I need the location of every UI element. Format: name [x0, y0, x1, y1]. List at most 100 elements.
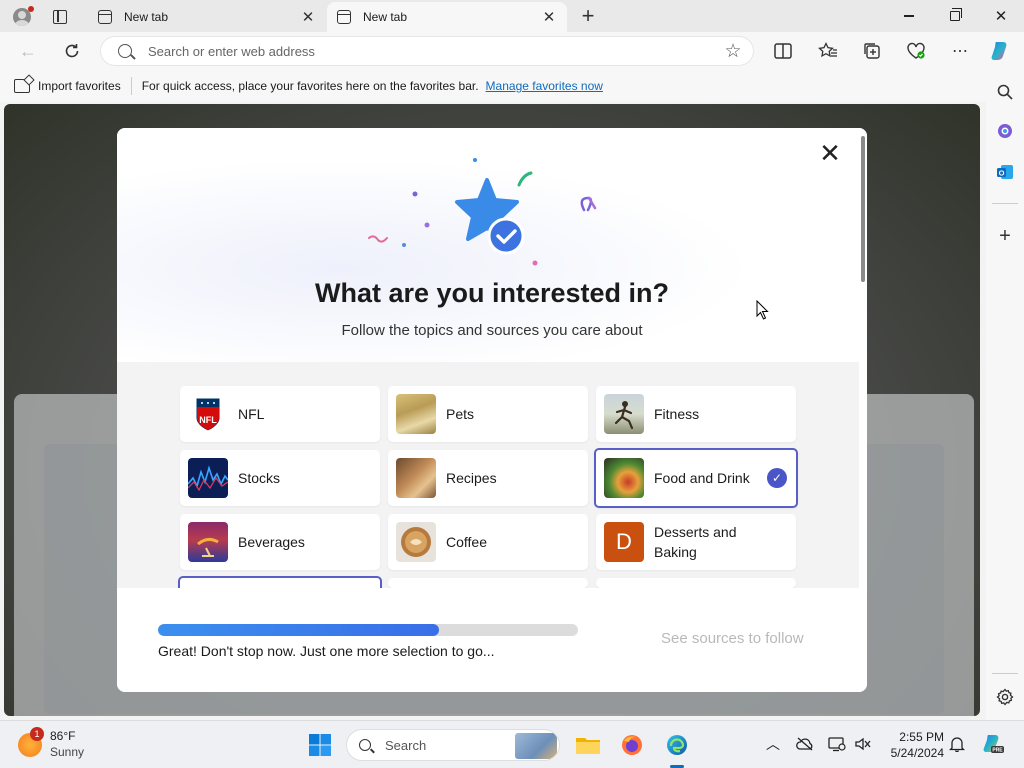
sidebar-settings-gear-icon[interactable] [992, 684, 1018, 710]
topic-label: Stocks [238, 469, 281, 486]
import-icon [14, 79, 30, 93]
pets-photo-icon [396, 394, 436, 434]
tab-new-tab-2[interactable]: New tab ✕ [327, 2, 567, 32]
topic-label: NFL [238, 405, 265, 422]
beverages-photo-icon [188, 522, 228, 562]
sidebar-divider [992, 203, 1018, 204]
topic-tile-beverages[interactable]: Beverages [180, 514, 380, 570]
weather-temp: 86°F [50, 729, 76, 743]
topic-tile-partial[interactable] [596, 578, 796, 588]
tab-close-icon[interactable]: ✕ [298, 7, 318, 27]
add-favorite-star-icon[interactable]: ☆ [720, 38, 746, 64]
show-hidden-icons-chevron-up-icon[interactable]: ︿ [762, 733, 784, 755]
edge-sidebar: O + [986, 70, 1024, 720]
new-tab-favicon-icon [98, 10, 112, 24]
topic-tile-partial[interactable] [178, 576, 382, 588]
start-button[interactable] [304, 729, 336, 761]
topics-scroll-area[interactable]: NFL NFL Pets Fitness Stocks Recipes Food… [117, 362, 859, 588]
refresh-icon [65, 44, 79, 58]
sidebar-divider [992, 673, 1018, 674]
favorites-hint: For quick access, place your favorites h… [141, 79, 479, 93]
close-window-button[interactable]: ✕ [978, 0, 1024, 32]
topic-tile-recipes[interactable]: Recipes [388, 450, 588, 506]
notification-bell-icon[interactable] [946, 733, 968, 755]
system-clock[interactable]: 2:55 PM 5/24/2024 [882, 729, 944, 761]
split-screen-button[interactable] [770, 39, 796, 63]
topic-tile-nfl[interactable]: NFL NFL [180, 386, 380, 442]
settings-and-more-button[interactable]: ⋯ [947, 39, 973, 63]
windows-logo-icon [309, 734, 331, 756]
tab-actions-icon[interactable] [48, 6, 72, 28]
copilot-taskbar-icon[interactable]: PRE [980, 733, 1006, 755]
back-button[interactable]: ← [14, 37, 42, 65]
manage-favorites-link[interactable]: Manage favorites now [486, 79, 603, 93]
windows-taskbar: 1 86°F Sunny Search ︿ 2:55 PM 5/24/2024 [0, 720, 1024, 768]
stocks-photo-icon [188, 458, 228, 498]
fitness-photo-icon [604, 394, 644, 434]
svg-text:NFL: NFL [199, 415, 217, 425]
collections-button[interactable] [859, 39, 885, 63]
browser-essentials-button[interactable] [903, 39, 929, 63]
star-check-illustration [368, 158, 597, 266]
clock-date: 5/24/2024 [890, 746, 944, 761]
firefox-icon[interactable] [616, 729, 648, 761]
letter-d-avatar-icon: D [604, 522, 644, 562]
address-input[interactable] [148, 43, 720, 59]
weather-badge: 1 [30, 726, 44, 741]
import-favorites-button[interactable]: Import favorites [14, 79, 121, 93]
new-tab-button[interactable]: + [576, 3, 600, 28]
import-favorites-label: Import favorites [38, 79, 121, 93]
favorites-divider [130, 77, 132, 95]
topic-tile-stocks[interactable]: Stocks [180, 450, 380, 506]
dialog-title: What are you interested in? [314, 278, 670, 308]
dialog-close-button[interactable]: ✕ [817, 138, 843, 168]
nfl-logo-icon: NFL [188, 394, 228, 434]
navigation-bar: ← ☆ ⋯ [0, 32, 1024, 70]
topic-tile-desserts-and-baking[interactable]: D Desserts and Baking [596, 514, 796, 570]
topic-tile-pets[interactable]: Pets [388, 386, 588, 442]
topic-tile-coffee[interactable]: Coffee [388, 514, 588, 570]
dialog-subtitle: Follow the topics and sources you care a… [341, 322, 643, 339]
tab-label: New tab [363, 10, 408, 24]
edge-taskbar-icon[interactable] [661, 729, 693, 761]
coffee-photo-icon [396, 522, 436, 562]
network-display-icon[interactable] [826, 733, 848, 755]
restore-button[interactable] [932, 0, 978, 32]
address-bar[interactable]: ☆ [100, 36, 754, 66]
profile-icon[interactable] [8, 6, 36, 28]
progress-fill [158, 624, 440, 636]
topic-label: Desserts and Baking [654, 523, 737, 560]
sidebar-search-icon[interactable] [992, 79, 1018, 105]
topic-tile-fitness[interactable]: Fitness [596, 386, 796, 442]
search-highlight-image [515, 733, 557, 759]
copilot-icon[interactable] [988, 39, 1014, 63]
refresh-button[interactable] [58, 37, 86, 65]
file-explorer-icon[interactable] [572, 729, 604, 761]
see-sources-button[interactable]: See sources to follow [661, 630, 804, 647]
weather-condition: Sunny [50, 744, 85, 759]
tab-close-icon[interactable]: ✕ [539, 7, 559, 27]
taskbar-search-box[interactable]: Search [346, 729, 560, 761]
favorites-button[interactable] [815, 39, 841, 63]
topic-label: Fitness [654, 405, 700, 422]
recipes-photo-icon [396, 458, 436, 498]
minimize-button[interactable] [886, 0, 932, 32]
selected-checkmark-icon: ✓ [767, 468, 787, 488]
sidebar-m365-icon[interactable] [992, 118, 1018, 144]
topic-label: Coffee [446, 533, 487, 550]
search-icon [118, 44, 132, 58]
dialog-scrollbar[interactable] [859, 128, 867, 692]
sidebar-add-icon[interactable]: + [992, 223, 1018, 249]
food-photo-icon [604, 458, 644, 498]
weather-widget[interactable]: 1 86°F Sunny [18, 726, 85, 760]
search-icon [359, 739, 371, 751]
sidebar-outlook-icon[interactable]: O [992, 159, 1018, 185]
topic-tile-food-and-drink[interactable]: Food and Drink ✓ [594, 448, 798, 508]
volume-mute-icon[interactable] [852, 733, 874, 755]
tab-new-tab-1[interactable]: New tab ✕ [88, 2, 326, 32]
cloud-sync-icon[interactable] [794, 733, 816, 755]
title-bar: New tab ✕ New tab ✕ + ✕ [0, 0, 1024, 32]
topic-tile-partial[interactable] [388, 578, 588, 588]
clock-time: 2:55 PM [899, 730, 944, 744]
taskbar-search-label: Search [385, 737, 427, 753]
